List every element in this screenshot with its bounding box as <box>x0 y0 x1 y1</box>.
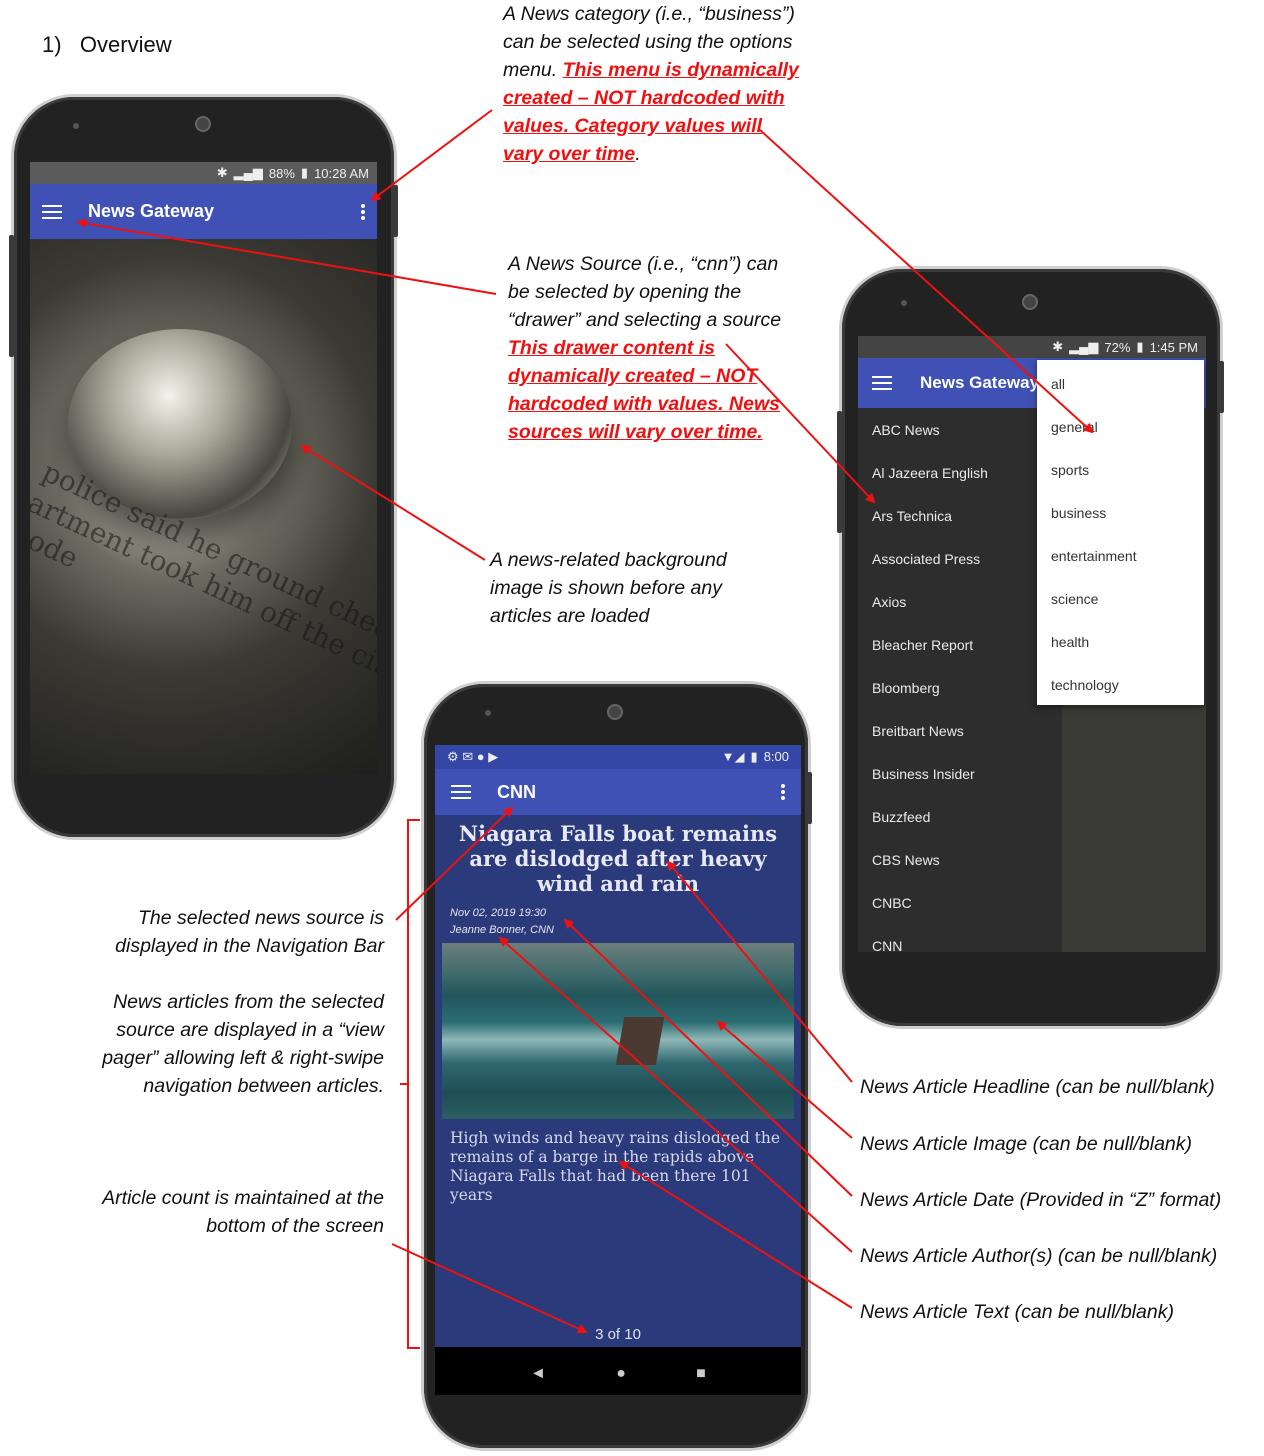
phone-3-side-button <box>807 772 812 824</box>
status-time: 8:00 <box>763 749 789 764</box>
headline-note: News Article Headline (can be null/blank… <box>860 1076 1215 1098</box>
phone-3-frame: ⚙ ✉ ● ▶ ▼◢ ▮ 8:00 CNN Niagara Falls boat… <box>424 684 812 1448</box>
battery-icon: ▮ <box>300 165 309 180</box>
drawer-item-source[interactable]: CNN <box>872 938 902 952</box>
signal-icon: ▂▄▆ <box>1069 339 1099 354</box>
phone-1-sensor <box>73 123 79 129</box>
phone-1-volume-button <box>9 235 14 357</box>
phone-2-volume-button <box>837 411 842 533</box>
phone-3-app-bar: CNN <box>435 769 801 815</box>
battery-icon: ▮ <box>1136 339 1144 354</box>
app-title: News Gateway <box>920 373 1040 392</box>
phone-2-sensor <box>901 300 907 306</box>
hamburger-menu-icon[interactable] <box>451 785 471 799</box>
menu-item-category[interactable]: science <box>1051 591 1098 607</box>
hamburger-menu-icon[interactable] <box>872 376 892 390</box>
article-image <box>442 943 794 1119</box>
view-pager-note: News articles from the selected source a… <box>102 991 384 1097</box>
phone-1-screen: ✱ ▂▄▆ 88% ▮ 10:28 AM News Gateway police… <box>30 162 377 774</box>
page-heading: 1) Overview <box>42 32 172 57</box>
drawer-item-source[interactable]: CBS News <box>872 852 940 868</box>
barge-wreck-graphic <box>615 1017 665 1065</box>
text-note: News Article Text (can be null/blank) <box>860 1301 1174 1323</box>
article-date: Nov 02, 2019 19:30 <box>450 907 547 919</box>
source-drawer-note-red: This drawer content is dynamically creat… <box>508 337 780 443</box>
phone-1-app-bar: News Gateway <box>30 184 377 239</box>
battery-percent: 88% <box>268 165 295 181</box>
article-view-pager[interactable]: Niagara Falls boat remains are dislodged… <box>435 815 801 1347</box>
source-drawer-note-text: A News Source (i.e., “cnn”) can be selec… <box>508 253 782 331</box>
menu-item-category[interactable]: health <box>1051 634 1089 650</box>
date-note: News Article Date (Provided in “Z” forma… <box>860 1189 1222 1211</box>
selected-source-note: The selected news source is displayed in… <box>115 907 384 957</box>
phone-2-screen: ✱ ▂▄▆ 72% ▮ 1:45 PM News Gateway ABC New… <box>858 336 1206 952</box>
phone-3-sensor <box>485 710 491 716</box>
image-note: News Article Image (can be null/blank) <box>860 1133 1193 1155</box>
notification-icons: ⚙ ✉ ● ▶ <box>447 749 499 764</box>
phone-2-camera <box>1022 294 1038 310</box>
battery-icon: ▮ <box>750 749 758 764</box>
phone-1-camera <box>195 116 211 132</box>
menu-item-category[interactable]: technology <box>1051 677 1119 693</box>
drawer-item-source[interactable]: Bloomberg <box>872 680 940 696</box>
signal-icon: ▂▄▆ <box>233 165 263 180</box>
drawer-item-source[interactable]: Axios <box>872 594 906 610</box>
phone-1-status-bar: ✱ ▂▄▆ 88% ▮ 10:28 AM <box>30 162 377 184</box>
bluetooth-icon: ✱ <box>1052 339 1064 354</box>
article-author: Jeanne Bonner, CNN <box>450 924 554 936</box>
source-drawer: ABC News Al Jazeera English Ars Technica… <box>858 408 1062 952</box>
phone-1-frame: ✱ ▂▄▆ 88% ▮ 10:28 AM News Gateway police… <box>9 97 398 837</box>
category-menu-note: A News category (i.e., “business”) can b… <box>503 0 803 168</box>
hamburger-menu-icon[interactable] <box>42 204 62 219</box>
article-headline: Niagara Falls boat remains are dislodged… <box>458 821 778 896</box>
phone-2-frame: ✱ ▂▄▆ 72% ▮ 1:45 PM News Gateway ABC New… <box>837 269 1224 1026</box>
drawer-item-source[interactable]: Breitbart News <box>872 723 964 739</box>
category-menu-note-tail: . <box>635 143 641 165</box>
drawer-item-source[interactable]: Bleacher Report <box>872 637 973 653</box>
drawer-item-source[interactable]: Ars Technica <box>872 508 952 524</box>
recents-icon[interactable]: ■ <box>696 1365 706 1383</box>
phone-3-screen: ⚙ ✉ ● ▶ ▼◢ ▮ 8:00 CNN Niagara Falls boat… <box>435 745 801 1395</box>
status-time: 1:45 PM <box>1149 339 1198 355</box>
status-time: 10:28 AM <box>314 165 369 181</box>
bluetooth-icon: ✱ <box>216 165 228 180</box>
home-icon[interactable]: ● <box>616 1365 626 1383</box>
app-title: News Gateway <box>88 201 215 221</box>
author-note: News Article Author(s) (can be null/blan… <box>860 1245 1218 1267</box>
menu-item-category[interactable]: sports <box>1051 462 1089 478</box>
menu-item-category[interactable]: business <box>1051 505 1106 521</box>
back-icon[interactable]: ◄ <box>530 1365 546 1383</box>
drawer-item-source[interactable]: Al Jazeera English <box>872 465 988 481</box>
article-text: High winds and heavy rains dislodged the… <box>450 1129 781 1204</box>
phone-2-status-bar: ✱ ▂▄▆ 72% ▮ 1:45 PM <box>858 336 1206 358</box>
view-pager-bracket <box>400 819 420 1349</box>
phone-3-status-bar: ⚙ ✉ ● ▶ ▼◢ ▮ 8:00 <box>435 745 801 769</box>
phone-1-side-button <box>393 185 398 237</box>
article-count: 3 of 10 <box>595 1326 641 1343</box>
news-background-image: police said he ground checks artment too… <box>30 239 377 774</box>
selected-source-title: CNN <box>497 781 536 802</box>
overflow-menu-icon[interactable] <box>361 203 365 220</box>
article-count-note: Article count is maintained at the botto… <box>102 1187 384 1237</box>
category-options-menu: all general sports business entertainmen… <box>1037 360 1204 705</box>
phone-3-camera <box>607 704 623 720</box>
background-image-note: A news-related background image is shown… <box>490 549 727 627</box>
battery-percent: 72% <box>1104 339 1131 355</box>
menu-item-category[interactable]: entertainment <box>1051 548 1137 564</box>
drawer-item-source[interactable]: Associated Press <box>872 551 980 567</box>
drawer-item-source[interactable]: Buzzfeed <box>872 809 930 825</box>
overflow-menu-icon[interactable] <box>781 784 785 800</box>
system-nav-bar: ◄ ● ■ <box>435 1353 801 1395</box>
wifi-signal-icon: ▼◢ <box>721 749 745 764</box>
drawer-item-source[interactable]: Business Insider <box>872 766 975 782</box>
menu-item-category[interactable]: general <box>1051 419 1098 435</box>
phone-2-side-button <box>1219 361 1224 413</box>
source-drawer-note: A News Source (i.e., “cnn”) can be selec… <box>508 250 793 446</box>
drawer-item-source[interactable]: ABC News <box>872 422 940 438</box>
menu-item-category[interactable]: all <box>1051 376 1065 392</box>
drawer-item-source[interactable]: CNBC <box>872 895 912 911</box>
